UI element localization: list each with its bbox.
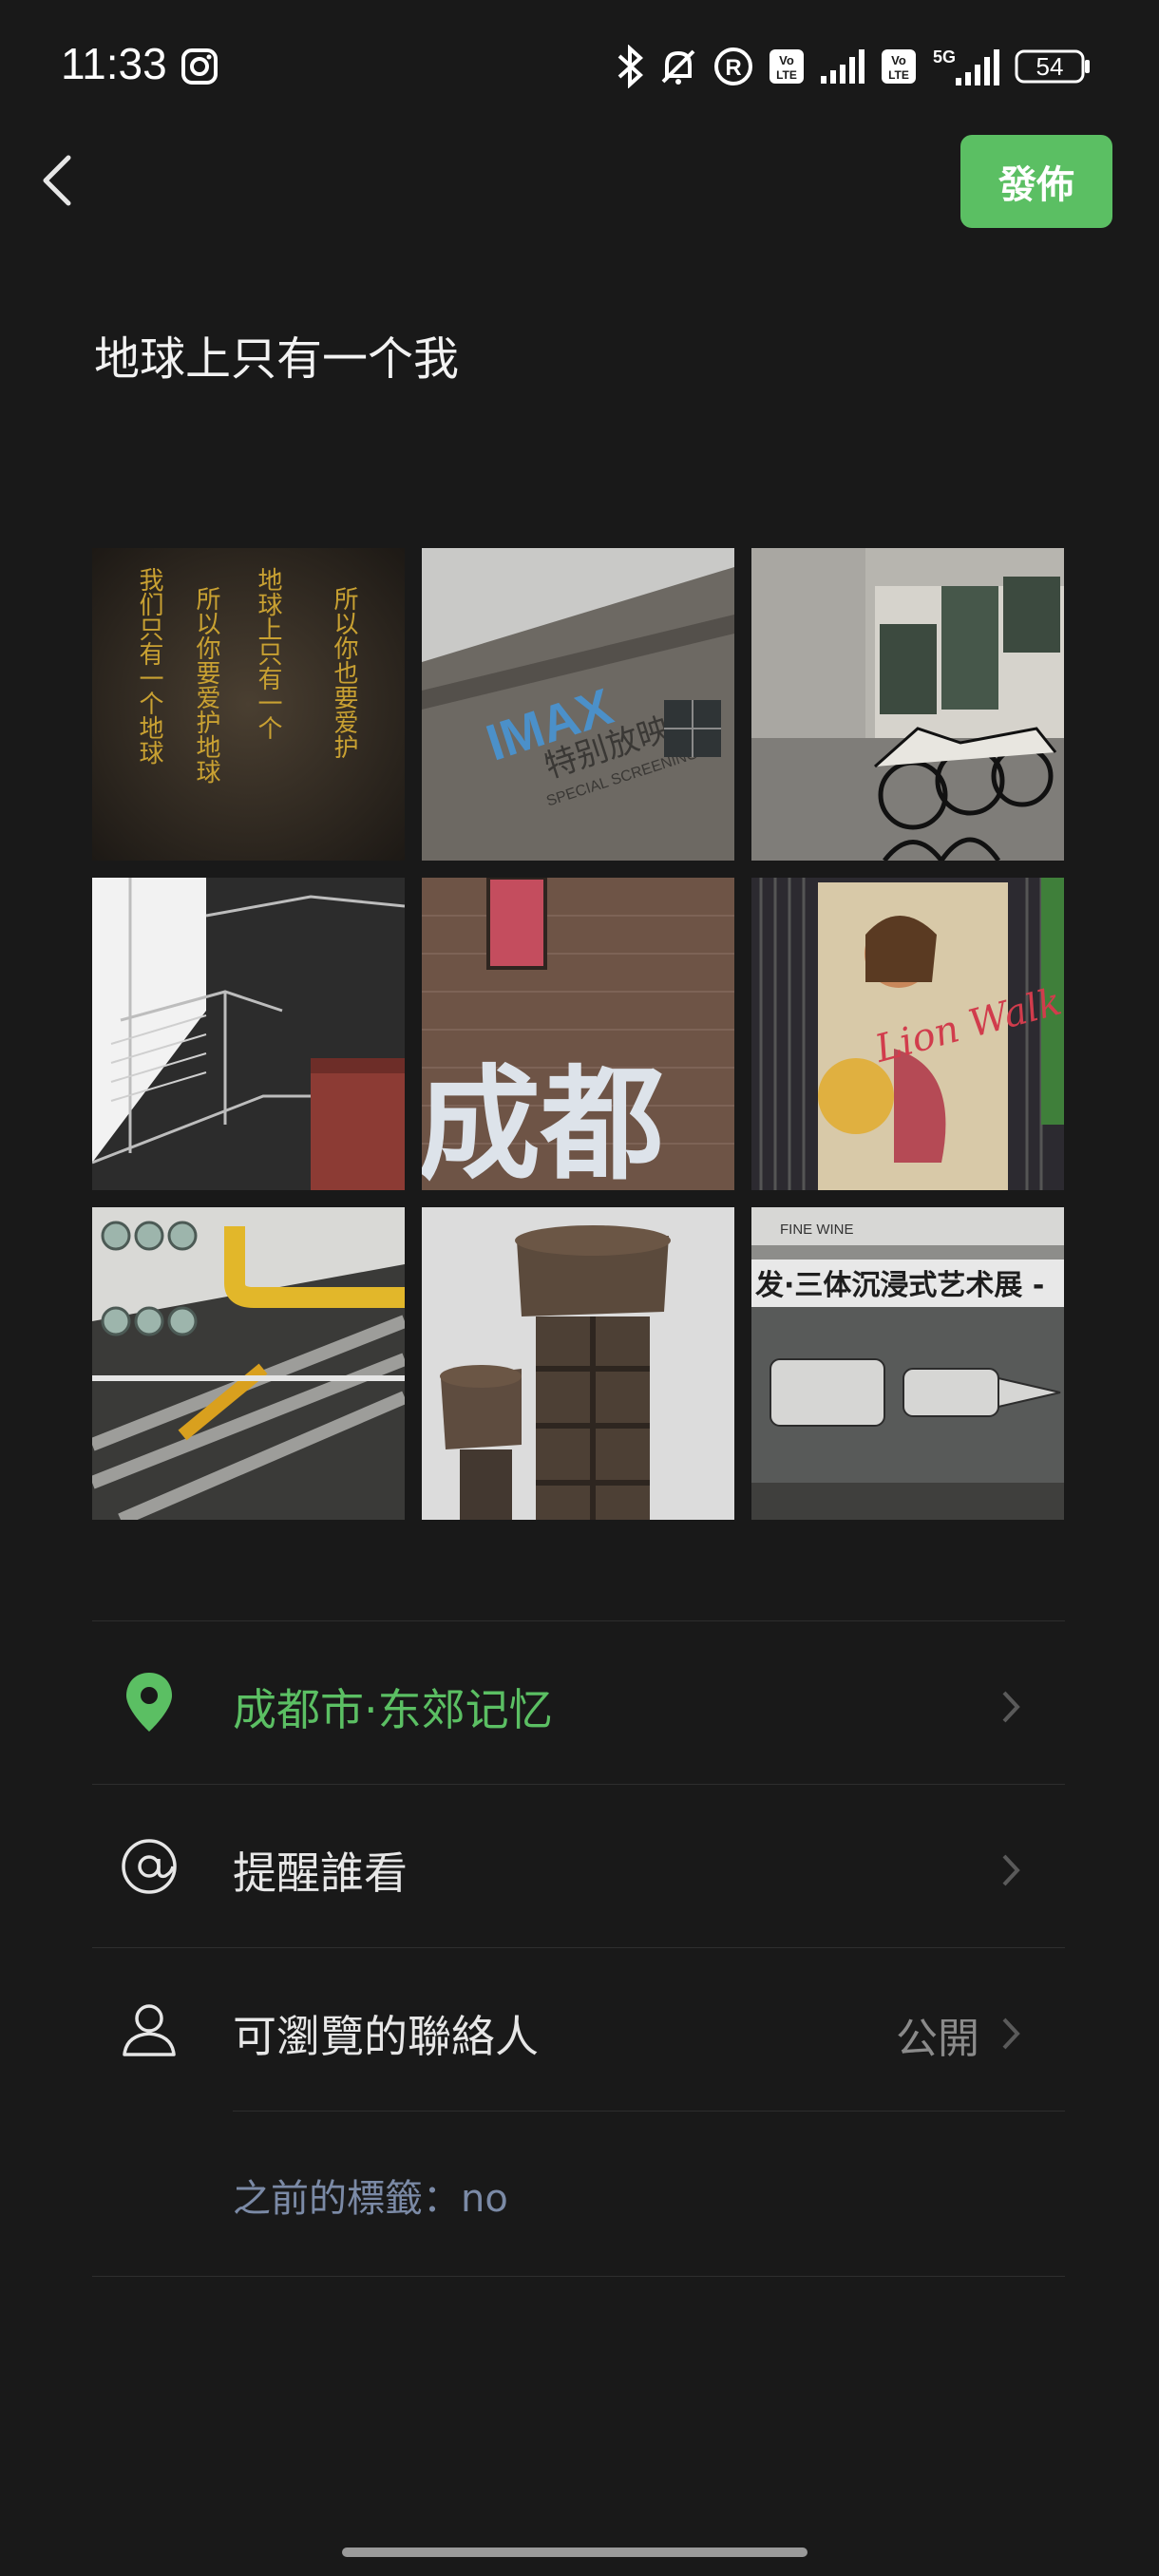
photo-stairs-tank[interactable] — [92, 878, 405, 1190]
back-button[interactable] — [38, 152, 76, 209]
photo-water-tower[interactable] — [422, 1207, 734, 1520]
photo-building-mural[interactable] — [751, 548, 1064, 861]
photo-poster-lion-walk[interactable]: Lion Walk — [751, 878, 1064, 1190]
registered-icon: R — [712, 46, 754, 87]
options-divider-top — [92, 1620, 1065, 1621]
photo-exhibition-sign[interactable]: FINE WINE 发·三体沉浸式艺术展 - — [751, 1207, 1064, 1520]
post-text-input[interactable]: 地球上只有一个我 — [94, 321, 459, 388]
options-divider-1 — [92, 1784, 1065, 1785]
chevron-right-icon — [1000, 2016, 1021, 2052]
bell-muted-icon — [657, 46, 699, 87]
exhibition-banner-text: 发·三体沉浸式艺术展 - — [754, 1269, 1044, 1302]
visibility-row[interactable]: 可瀏覽的聯絡人 公開 — [92, 1949, 1065, 2111]
calligraphy-line-2: 地球上只有一个 — [254, 567, 282, 740]
battery-icon: 54 — [1015, 47, 1092, 85]
photo-grid: 所以你也要爱护 地球上只有一个 所以你要爱护地球 我们只有一个地球 IMAX 特… — [92, 548, 1064, 1520]
mention-row[interactable]: 提醒誰看 — [92, 1786, 1065, 1947]
publish-button[interactable]: 發佈 — [960, 135, 1112, 228]
fine-wine-sign: FINE WINE — [780, 1222, 854, 1238]
chengdu-wall-text: 成都 — [422, 1052, 664, 1190]
location-pin-icon — [121, 1673, 178, 1732]
home-indicator[interactable] — [342, 2548, 808, 2557]
status-bar: 11:33 R Vo LTE Vo LTE 5G 54 — [0, 0, 1159, 133]
options-divider-2 — [92, 1947, 1065, 1948]
instagram-icon — [180, 47, 218, 89]
photo-calligraphy-wall[interactable]: 所以你也要爱护 地球上只有一个 所以你要爱护地球 我们只有一个地球 — [92, 548, 405, 861]
status-time: 11:33 — [61, 39, 167, 88]
chevron-left-icon — [43, 155, 71, 206]
visibility-value: 公開 — [896, 2015, 979, 2063]
volte-icon: Vo LTE — [768, 47, 806, 85]
svg-text:Vo: Vo — [891, 53, 906, 67]
photo-imax-facade[interactable]: IMAX 特别放映 SPECIAL SCREENING — [422, 548, 734, 861]
calligraphy-line-3: 所以你要爱护地球 — [192, 586, 220, 784]
svg-text:LTE: LTE — [888, 68, 909, 82]
battery-level: 54 — [1036, 52, 1064, 81]
calligraphy-line-1: 所以你也要爱护 — [330, 586, 358, 759]
svg-text:LTE: LTE — [776, 68, 797, 82]
mention-label: 提醒誰看 — [233, 1847, 408, 1899]
user-icon — [121, 2001, 178, 2058]
at-sign-icon — [121, 1838, 178, 1895]
chevron-right-icon — [1000, 1852, 1021, 1888]
svg-text:R: R — [725, 55, 741, 81]
calligraphy-line-4: 我们只有一个地球 — [135, 567, 163, 765]
location-row[interactable]: 成都市·东郊记忆 — [92, 1622, 1065, 1784]
previous-tags-note[interactable]: 之前的標籤：no — [233, 2168, 508, 2223]
options-divider-bottom — [92, 2276, 1065, 2277]
location-label: 成都市·东郊记忆 — [233, 1684, 553, 1735]
photo-brick-wall-chengdu[interactable]: 成都 — [422, 878, 734, 1190]
status-icons: R Vo LTE Vo LTE 5G 54 — [616, 38, 1092, 95]
photo-industrial-pipes[interactable] — [92, 1207, 405, 1520]
visibility-label: 可瀏覽的聯絡人 — [233, 2011, 539, 2062]
network-5g-icon: 5G — [931, 46, 1001, 87]
svg-text:Vo: Vo — [779, 53, 794, 67]
bluetooth-icon — [616, 45, 644, 88]
signal-icon — [819, 47, 866, 85]
chevron-right-icon — [1000, 1689, 1021, 1725]
visibility-subdivider — [233, 2111, 1065, 2112]
volte-icon-2: Vo LTE — [880, 47, 918, 85]
network-label: 5G — [933, 47, 956, 66]
